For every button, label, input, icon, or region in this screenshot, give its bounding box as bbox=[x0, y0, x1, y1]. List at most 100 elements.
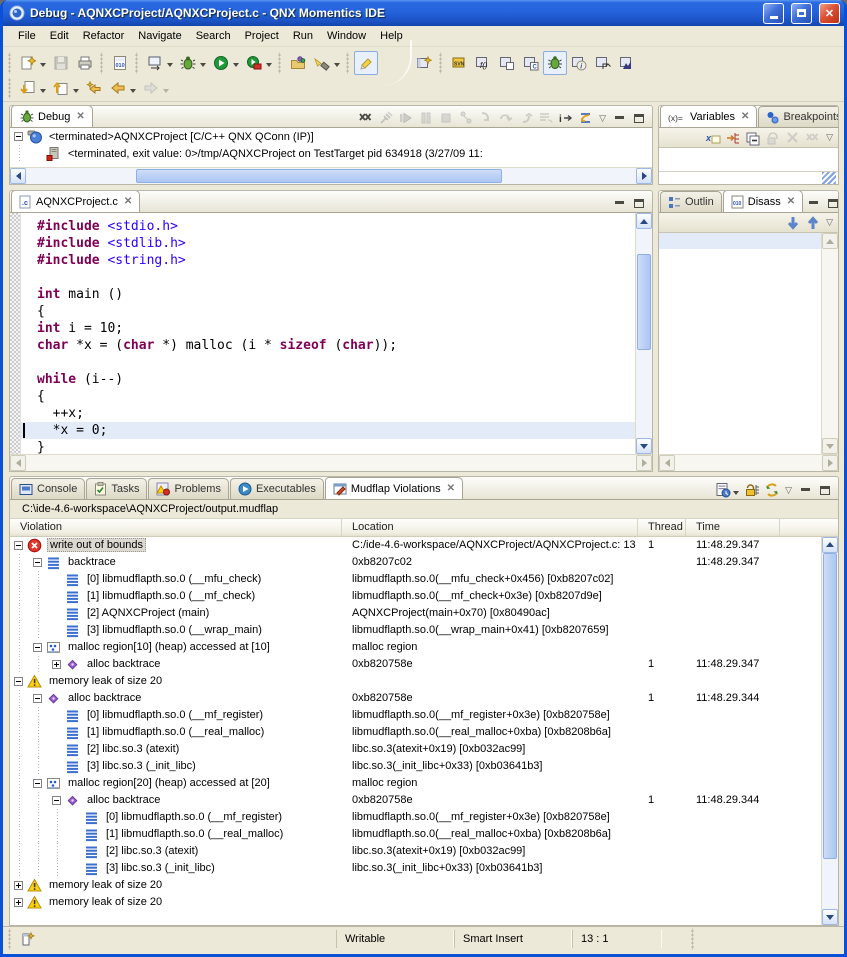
target-console-button[interactable] bbox=[143, 51, 167, 75]
next-annotation-dropdown[interactable] bbox=[40, 89, 46, 96]
instruction-stepping-button[interactable]: i bbox=[556, 109, 576, 127]
menu-search[interactable]: Search bbox=[189, 28, 238, 44]
back-button[interactable] bbox=[106, 76, 130, 100]
expander-icon[interactable] bbox=[33, 558, 42, 567]
expander-icon[interactable] bbox=[33, 779, 42, 788]
cpp-browsing-perspective-button[interactable]: f() bbox=[471, 51, 495, 75]
scroll-left-icon[interactable] bbox=[10, 168, 26, 184]
code-line[interactable]: while (i--) bbox=[21, 371, 635, 388]
toolbar-handle[interactable] bbox=[345, 52, 352, 74]
close-tab-icon[interactable]: ✕ bbox=[785, 196, 795, 207]
minimize-view-button[interactable] bbox=[795, 481, 815, 499]
tab-tasks[interactable]: Tasks bbox=[86, 478, 147, 499]
toolbar-handle[interactable] bbox=[7, 77, 14, 99]
menu-file[interactable]: File bbox=[11, 28, 43, 44]
violation-row[interactable]: malloc region[10] (heap) accessed at [10… bbox=[10, 639, 821, 656]
run-dropdown[interactable] bbox=[233, 63, 239, 70]
tab-console[interactable]: Console bbox=[11, 478, 85, 499]
step-return-button[interactable] bbox=[516, 109, 536, 127]
violation-row[interactable]: [1] libmudflapth.so.0 (__real_malloc)lib… bbox=[10, 826, 821, 843]
scroll-up-icon[interactable] bbox=[636, 213, 652, 229]
code-line[interactable]: #include <stdio.h> bbox=[21, 218, 635, 235]
open-file-button[interactable] bbox=[286, 51, 310, 75]
previous-annotation-button[interactable] bbox=[49, 76, 73, 100]
debug-dropdown[interactable] bbox=[200, 63, 206, 70]
menu-run[interactable]: Run bbox=[286, 28, 320, 44]
disassembly-v-scrollbar[interactable] bbox=[821, 233, 838, 454]
scroll-right-icon[interactable] bbox=[636, 455, 652, 471]
maximize-view-button[interactable] bbox=[629, 109, 649, 127]
column-location[interactable]: Location bbox=[342, 519, 638, 536]
scroll-left-icon[interactable] bbox=[659, 455, 675, 471]
violation-row[interactable]: [3] libc.so.3 (_init_libc)libc.so.3(_ini… bbox=[10, 758, 821, 775]
external-run-dropdown[interactable] bbox=[266, 63, 272, 70]
violation-row[interactable]: [2] AQNXCProject (main)AQNXCProject(main… bbox=[10, 605, 821, 622]
scroll-down-icon[interactable] bbox=[636, 438, 652, 454]
violation-row[interactable]: [0] libmudflapth.so.0 (__mf_register)lib… bbox=[10, 809, 821, 826]
maximize-view-button[interactable] bbox=[815, 481, 835, 499]
code-line[interactable]: char *x = (char *) malloc (i * sizeof (c… bbox=[21, 337, 635, 354]
disassembly-h-scrollbar[interactable] bbox=[659, 454, 838, 471]
menu-edit[interactable]: Edit bbox=[43, 28, 76, 44]
tab-outline[interactable]: Outlin bbox=[660, 191, 722, 212]
toolbar-handle[interactable] bbox=[438, 52, 445, 74]
maximize-button[interactable] bbox=[791, 3, 812, 24]
toolbar-handle[interactable] bbox=[99, 52, 106, 74]
tab-editor[interactable]: .c AQNXCProject.c ✕ bbox=[11, 190, 140, 212]
step-into-button[interactable] bbox=[476, 109, 496, 127]
search-dropdown[interactable] bbox=[334, 63, 340, 70]
violation-row[interactable]: alloc backtrace0xb820758e111:48.29.344 bbox=[10, 690, 821, 707]
scroll-right-icon[interactable] bbox=[636, 168, 652, 184]
violation-row[interactable]: alloc backtrace0xb820758e111:48.29.344 bbox=[10, 792, 821, 809]
tab-debug[interactable]: Debug ✕ bbox=[11, 105, 93, 127]
terminate-button[interactable] bbox=[436, 109, 456, 127]
maximize-view-button[interactable] bbox=[629, 194, 649, 212]
previous-annotation-dropdown[interactable] bbox=[73, 89, 79, 96]
expander-icon[interactable] bbox=[14, 677, 23, 686]
violation-row[interactable]: [0] libmudflapth.so.0 (__mfu_check)libmu… bbox=[10, 571, 821, 588]
new-wizard-button[interactable] bbox=[16, 51, 40, 75]
minimize-view-button[interactable] bbox=[609, 194, 629, 212]
expander-icon[interactable] bbox=[14, 541, 23, 550]
code-line[interactable]: #include <stdlib.h> bbox=[21, 235, 635, 252]
code-editor[interactable]: #include <stdio.h>#include <stdlib.h>#in… bbox=[21, 213, 635, 454]
code-line[interactable]: } bbox=[21, 439, 635, 454]
violation-row[interactable]: backtrace0xb8207c0211:48.29.347 bbox=[10, 554, 821, 571]
menu-navigate[interactable]: Navigate bbox=[131, 28, 188, 44]
tab-problems[interactable]: Problems bbox=[148, 478, 228, 499]
scroll-down-icon[interactable] bbox=[822, 909, 838, 925]
remove-selected-button[interactable] bbox=[783, 129, 803, 147]
resource-perspective-button[interactable] bbox=[495, 51, 519, 75]
sync-up-button[interactable] bbox=[803, 214, 823, 232]
tab-mudflap-violations[interactable]: Mudflap Violations ✕ bbox=[325, 477, 463, 499]
menu-refactor[interactable]: Refactor bbox=[76, 28, 132, 44]
column-thread[interactable]: Thread bbox=[638, 519, 686, 536]
expander-icon[interactable] bbox=[33, 643, 42, 652]
save-button[interactable] bbox=[49, 51, 73, 75]
code-line[interactable]: { bbox=[21, 303, 635, 320]
forward-dropdown[interactable] bbox=[163, 89, 169, 96]
code-line[interactable] bbox=[21, 269, 635, 286]
minimize-view-button[interactable] bbox=[609, 109, 629, 127]
sync-down-button[interactable] bbox=[783, 214, 803, 232]
toolbar-handle[interactable] bbox=[277, 52, 284, 74]
target-navigator-perspective-button[interactable] bbox=[591, 51, 615, 75]
expander-icon[interactable] bbox=[52, 660, 61, 669]
tab-breakpoints[interactable]: Breakpoints bbox=[758, 106, 839, 127]
code-line[interactable]: *x = 0; bbox=[21, 422, 635, 439]
violation-row[interactable]: alloc backtrace0xb820758e111:48.29.347 bbox=[10, 656, 821, 673]
restart-button[interactable] bbox=[456, 109, 476, 127]
search-button[interactable] bbox=[310, 51, 334, 75]
minimize-button[interactable] bbox=[763, 3, 784, 24]
scroll-down-icon[interactable] bbox=[822, 438, 838, 454]
refresh-button[interactable] bbox=[762, 481, 782, 499]
add-global-variables-button[interactable] bbox=[723, 129, 743, 147]
remove-all-terminated-button[interactable] bbox=[356, 109, 376, 127]
scroll-up-icon[interactable] bbox=[822, 233, 838, 249]
debug-tree-row[interactable]: <terminated>AQNXCProject [C/C++ QNX QCon… bbox=[10, 128, 652, 145]
minimize-view-button[interactable] bbox=[803, 194, 823, 212]
run-button[interactable] bbox=[209, 51, 233, 75]
binary-010-button[interactable]: 010 bbox=[108, 51, 132, 75]
scroll-left-icon[interactable] bbox=[10, 455, 26, 471]
scroll-right-icon[interactable] bbox=[822, 455, 838, 471]
